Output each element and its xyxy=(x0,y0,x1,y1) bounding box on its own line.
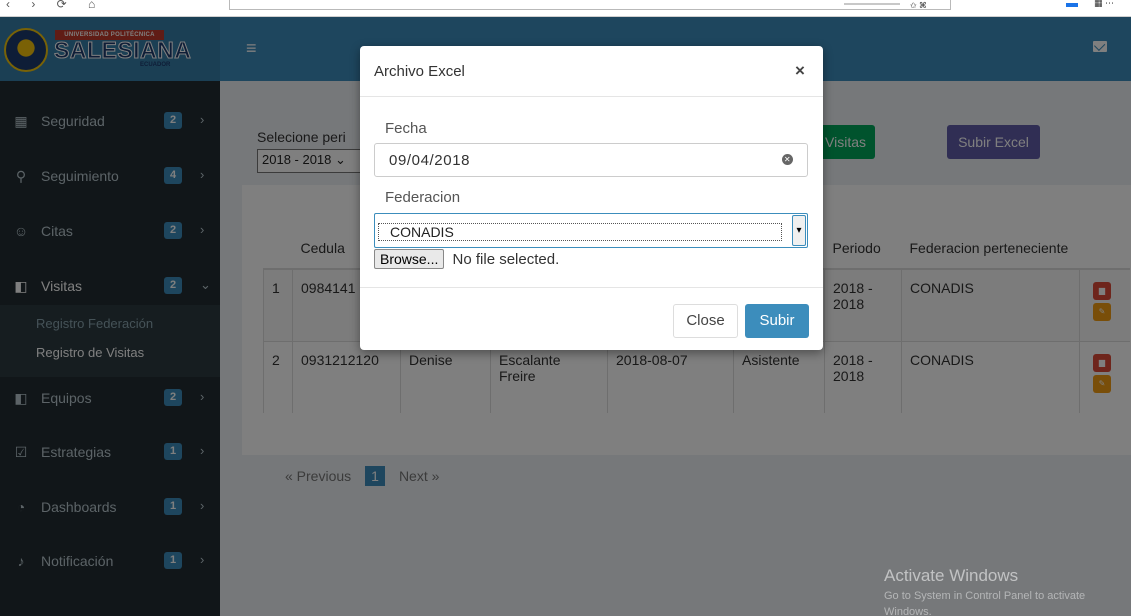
chevron-down-icon[interactable]: ▾ xyxy=(792,215,806,246)
browser-toolbar: ‹ › ⟳ ⌂ ✩ ⌘ ▦ ⋯ xyxy=(0,0,1131,17)
modal-header: Archivo Excel × xyxy=(360,46,823,97)
browser-nav-icons[interactable]: ‹ › ⟳ ⌂ xyxy=(6,0,104,11)
clear-icon[interactable]: ✕ xyxy=(782,154,793,165)
federacion-select[interactable]: CONADIS ▾ xyxy=(374,213,808,248)
activation-watermark-title: Activate Windows xyxy=(884,566,1019,585)
fecha-label: Fecha xyxy=(385,120,427,137)
modal-footer: Close Subir xyxy=(360,287,823,350)
download-icon[interactable] xyxy=(1066,3,1078,7)
address-bar-icons: ✩ ⌘ xyxy=(910,1,927,10)
fecha-date-input[interactable]: 09/04/2018 ✕ xyxy=(374,143,808,177)
federacion-select-value: CONADIS xyxy=(378,223,782,241)
close-button[interactable]: Close xyxy=(673,304,738,338)
federacion-label: Federacion xyxy=(385,189,461,206)
fecha-value: 09/04/2018 xyxy=(389,152,471,169)
archivo-excel-modal: Archivo Excel × Fecha 09/04/2018 ✕ Feder… xyxy=(360,46,823,350)
browse-button[interactable]: Browse... xyxy=(374,249,445,269)
browser-menu-icons[interactable]: ▦ ⋯ xyxy=(1094,0,1114,9)
modal-title: Archivo Excel xyxy=(374,63,465,80)
subir-button[interactable]: Subir xyxy=(745,304,809,338)
file-input[interactable]: Browse... No file selected. xyxy=(374,249,559,269)
activation-watermark-line2: Windows. xyxy=(884,606,932,616)
file-status-text: No file selected. xyxy=(452,251,560,268)
activation-watermark-line1: Go to System in Control Panel to activat… xyxy=(884,590,1086,602)
address-bar[interactable]: ✩ ⌘ xyxy=(229,0,951,10)
address-bar-fill xyxy=(844,3,900,5)
close-icon[interactable]: × xyxy=(795,61,805,81)
